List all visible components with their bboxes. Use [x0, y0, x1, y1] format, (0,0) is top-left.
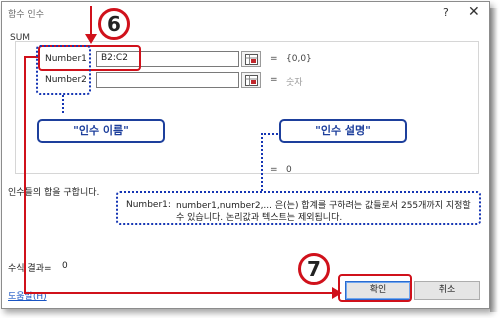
- range-select-icon: [245, 75, 258, 86]
- arg-eq-number2: =: [270, 75, 278, 85]
- step-badge-6: 6: [98, 8, 130, 40]
- arrow-shaft-6: [90, 6, 92, 36]
- callout-arg-desc: "인수 설명": [279, 119, 407, 143]
- arg-result-number1: {0,0}: [286, 54, 312, 64]
- arg-names-dotted-box: [36, 45, 91, 95]
- dialog-title: 함수 인수: [8, 10, 44, 20]
- dialog-shadow: [490, 8, 498, 312]
- range-select-icon: [245, 54, 258, 65]
- arg-names-dotted-line: [62, 95, 64, 113]
- step-badge-7: 7: [298, 253, 330, 285]
- arg-result-number2: 숫자: [286, 78, 303, 88]
- arg-desc-dotted-line: [261, 133, 263, 191]
- arrow-head-6: [85, 34, 97, 44]
- connector-left-v: [24, 56, 26, 294]
- arg-eq-number1: =: [270, 54, 278, 64]
- formula-result-value: 0: [62, 261, 68, 271]
- help-icon[interactable]: ?: [443, 6, 449, 19]
- callout-arg-name: "인수 이름": [37, 119, 165, 143]
- help-link[interactable]: 도움말(H): [8, 289, 47, 302]
- highlight-ok-button: [338, 274, 412, 302]
- title-bar: 함수 인수 ? ✕: [2, 2, 489, 24]
- range-select-button-number2[interactable]: [241, 72, 261, 88]
- close-icon[interactable]: ✕: [468, 4, 480, 20]
- total-eq: =: [270, 165, 278, 175]
- arg-input-number2[interactable]: [96, 72, 239, 88]
- function-description: 인수들의 합을 구합니다.: [8, 188, 100, 198]
- connector-bottom-h: [24, 292, 336, 294]
- arg-desc-dotted-box: [116, 191, 481, 225]
- total-value: 0: [286, 165, 292, 175]
- range-select-button-number1[interactable]: [241, 51, 261, 67]
- arg-desc-dotted-hline: [261, 133, 281, 135]
- formula-result-label: 수식 결과=: [8, 264, 52, 274]
- cancel-button[interactable]: 취소: [414, 281, 480, 300]
